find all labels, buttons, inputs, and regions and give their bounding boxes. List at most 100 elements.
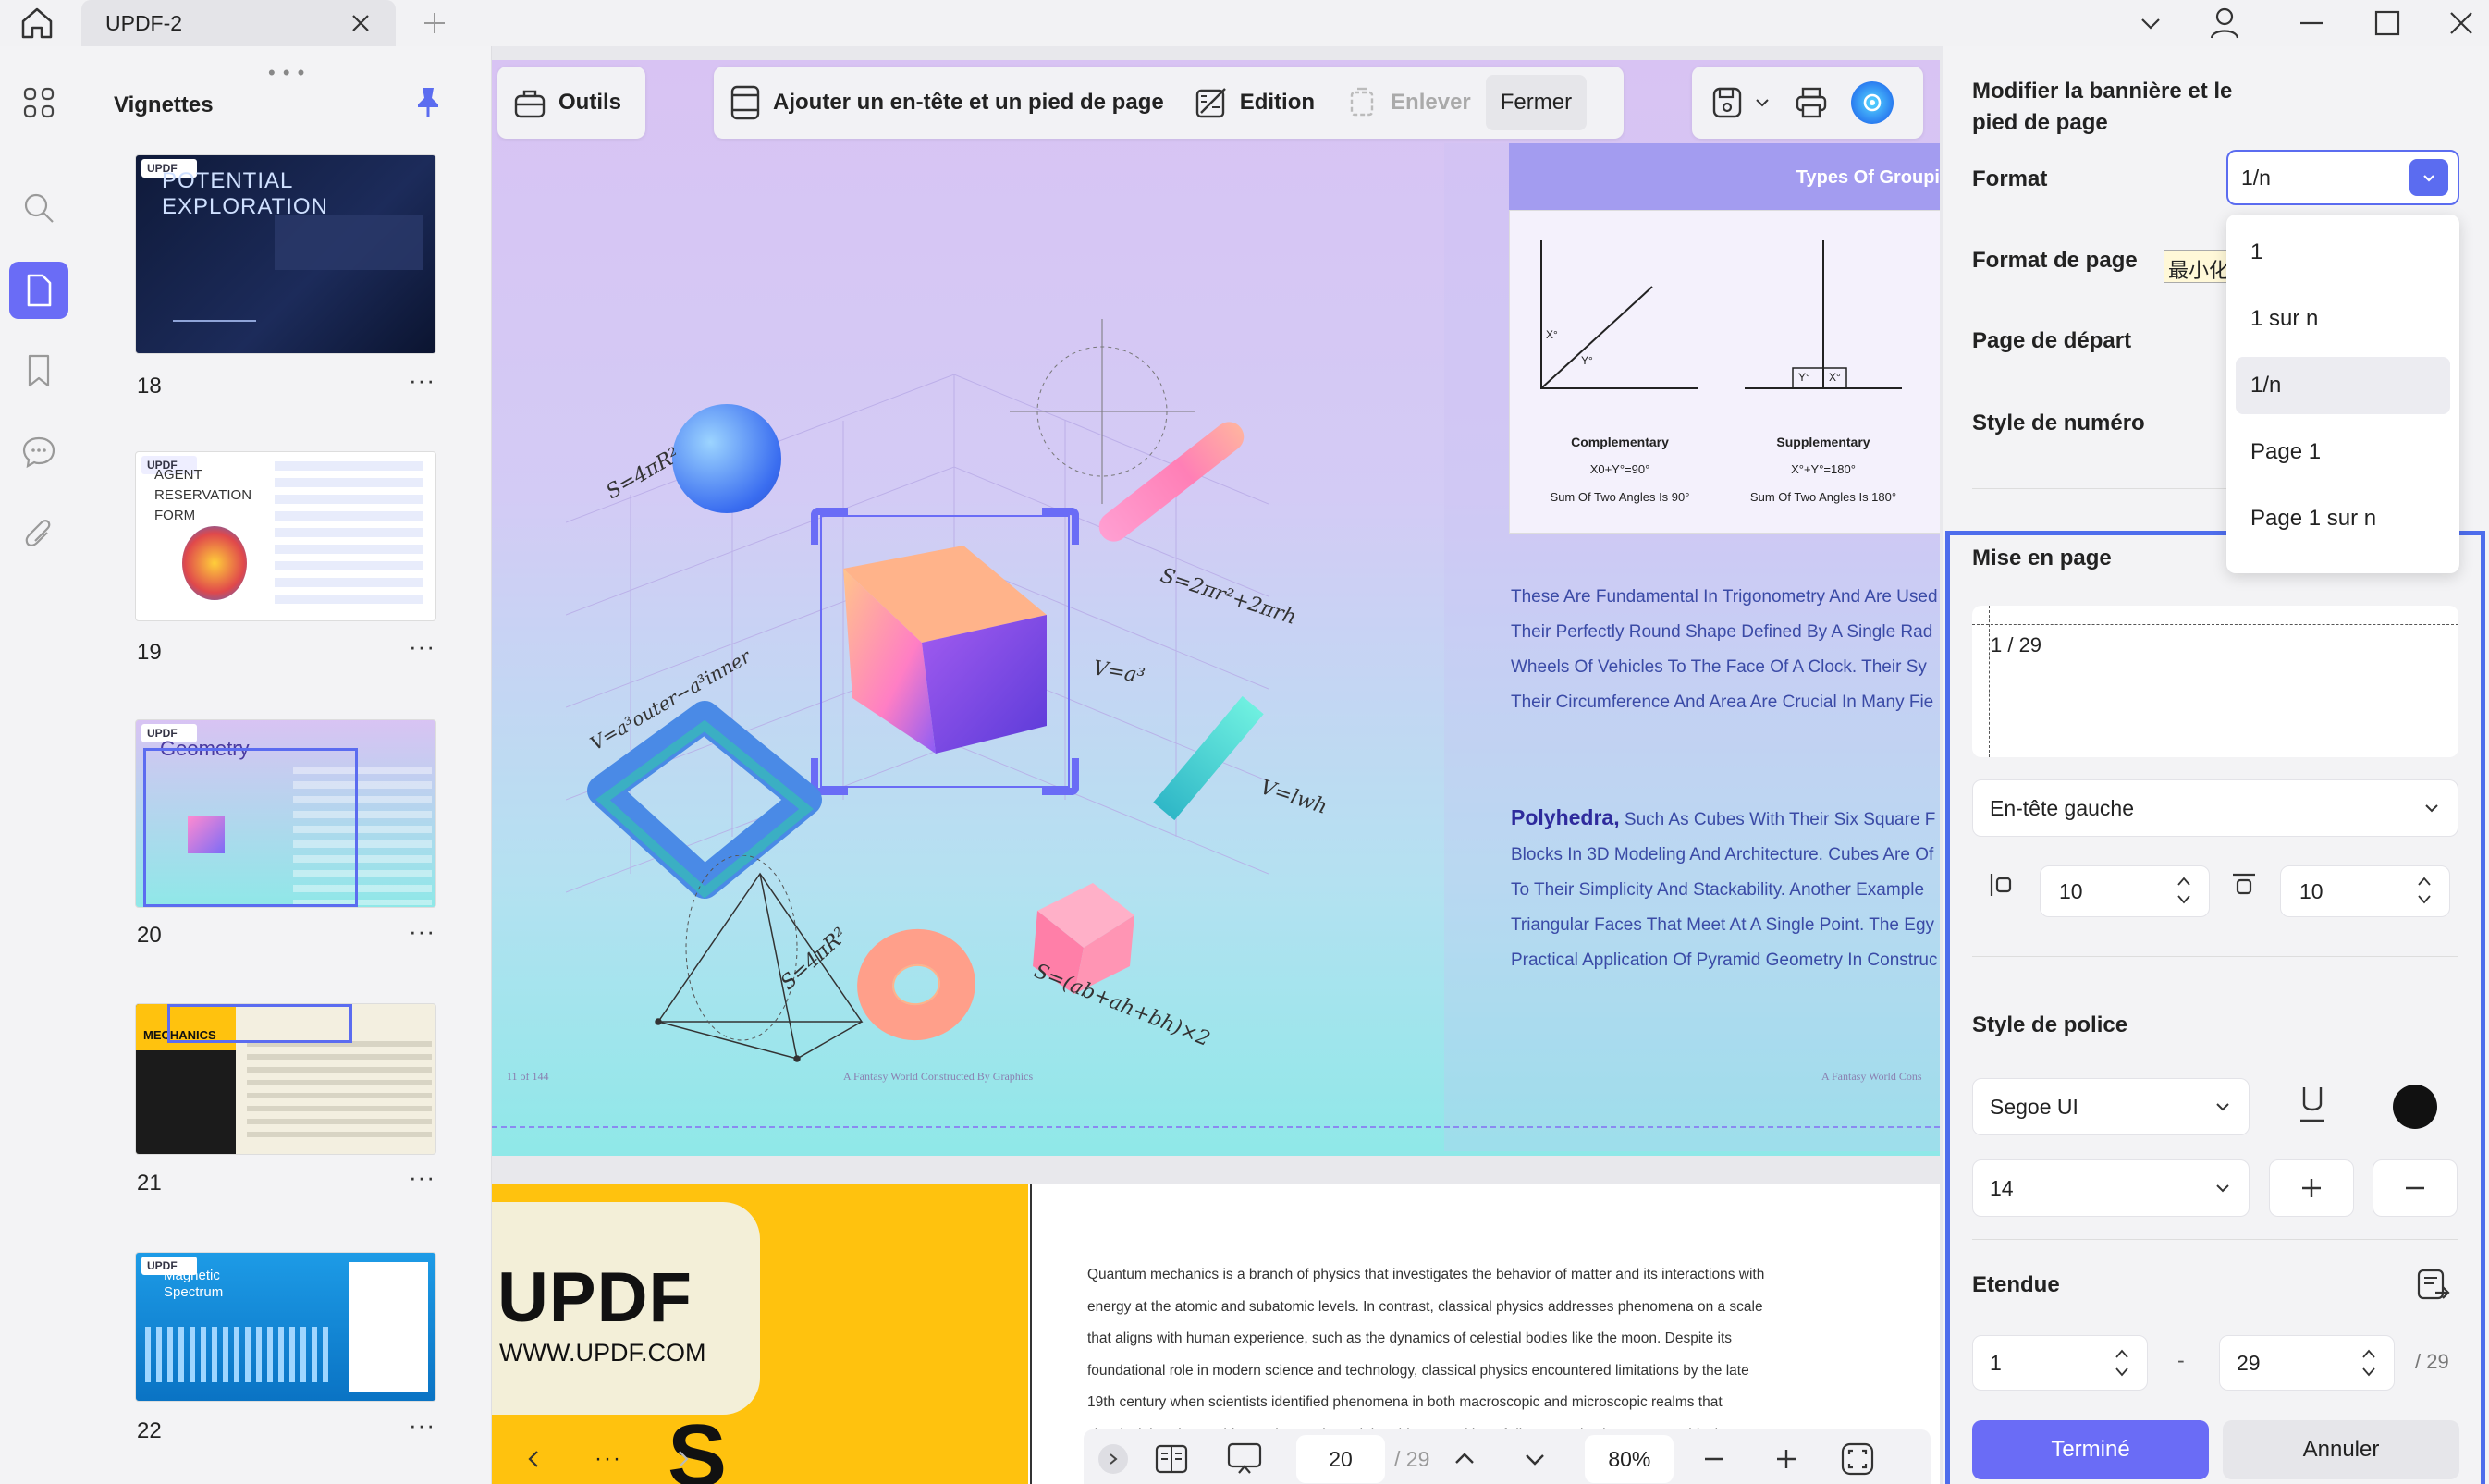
zoom-level[interactable]: 80% (1585, 1435, 1674, 1483)
viewport-indicator[interactable] (143, 748, 358, 907)
stepper-icon[interactable] (2360, 1344, 2377, 1381)
thumbnail-page-20[interactable]: UPDF Geometry (135, 719, 436, 908)
format-dropdown-menu: 1 1 sur n 1/n Page 1 Page 1 sur n (2226, 215, 2459, 573)
increase-size-button[interactable] (2269, 1159, 2354, 1217)
updf-wordmark: UPDF (497, 1258, 693, 1337)
chevron-down-icon[interactable] (2123, 4, 2178, 43)
chevron-right-icon[interactable] (671, 1448, 693, 1470)
thumbnail-page-19[interactable]: UPDF AGENT RESERVATION FORM (135, 451, 436, 621)
edit-label: Edition (1239, 90, 1316, 115)
collapse-toolbar-icon[interactable] (1098, 1444, 1128, 1474)
chevron-down-icon[interactable] (2409, 159, 2448, 196)
preview-margin-guide (1989, 606, 1990, 757)
apps-grid-icon[interactable] (14, 78, 64, 128)
minimize-icon[interactable] (2284, 4, 2339, 43)
range-from-input[interactable]: 1 (1972, 1335, 2148, 1391)
position-value: En-tête gauche (1990, 795, 2135, 820)
thumbnail-table (275, 215, 423, 270)
format-option[interactable]: 1 sur n (2236, 290, 2450, 348)
page-layout-icon[interactable] (1154, 1443, 1189, 1475)
thumbnail-page-number: 18 (137, 374, 162, 399)
account-icon[interactable] (2197, 4, 2252, 43)
range-to-input[interactable]: 29 (2219, 1335, 2395, 1391)
decrease-size-button[interactable] (2373, 1159, 2458, 1217)
add-header-footer-button[interactable]: Ajouter un en-tête et un pied de page (714, 75, 1179, 130)
presentation-icon[interactable] (1226, 1441, 1263, 1477)
zoom-out-icon[interactable] (1701, 1446, 1727, 1472)
thumbnail-page-18[interactable]: UPDF POTENTIAL EXPLORATION (135, 154, 436, 354)
comments-icon[interactable] (14, 427, 64, 477)
close-mode-button[interactable]: Fermer (1485, 75, 1588, 130)
thumbnail-caption: POTENTIAL EXPLORATION (162, 168, 328, 219)
thumbnails-icon[interactable] (9, 262, 68, 319)
zoom-in-icon[interactable] (1773, 1446, 1799, 1472)
underline-icon[interactable] (2295, 1084, 2330, 1124)
diagram-description: Sum Of Two Angles Is 180° (1749, 490, 1897, 504)
balloon-image (182, 526, 247, 600)
stepper-icon[interactable] (2416, 872, 2433, 909)
chevron-left-icon[interactable] (523, 1448, 546, 1470)
left-margin-value: 10 (2059, 878, 2083, 903)
diagram-description: Sum Of Two Angles Is 90° (1550, 490, 1690, 504)
format-select[interactable]: 1/n (2226, 150, 2459, 205)
left-margin-input[interactable]: 10 (2040, 865, 2210, 917)
fit-page-icon[interactable] (1840, 1441, 1875, 1477)
bottom-toolbar: 20 / 29 80% (1084, 1429, 1931, 1484)
search-icon[interactable] (14, 183, 64, 233)
stepper-icon[interactable] (2114, 1344, 2130, 1381)
number-style-label: Style de numéro (1972, 411, 2145, 435)
format-option-selected[interactable]: 1/n (2236, 357, 2450, 414)
page-total: / 29 (1394, 1446, 1430, 1471)
done-button[interactable]: Terminé (1972, 1420, 2209, 1479)
top-margin-input[interactable]: 10 (2280, 865, 2450, 917)
document-viewer[interactable]: S=4πR² S=2πr²+2πrh V=a³ V=a³outer−a³inne… (492, 46, 1943, 1484)
previous-page-icon[interactable] (1452, 1446, 1477, 1472)
save-icon[interactable] (1710, 85, 1744, 120)
body-text: Quantum mechanics is a branch of physics… (1087, 1259, 1919, 1451)
font-size-select[interactable]: 14 (1972, 1159, 2250, 1217)
save-options-chevron-icon[interactable] (1753, 93, 1772, 112)
thumbnail-more-icon[interactable]: ··· (409, 917, 435, 946)
font-family-select[interactable]: Segoe UI (1972, 1078, 2250, 1135)
bookmark-icon[interactable] (14, 346, 64, 396)
format-option[interactable]: Page 1 (2236, 423, 2450, 481)
page-range-icon[interactable] (2415, 1267, 2452, 1304)
pin-icon[interactable] (412, 85, 444, 120)
next-page-icon[interactable] (1522, 1446, 1548, 1472)
maximize-icon[interactable] (2360, 4, 2415, 43)
close-window-icon[interactable] (2434, 4, 2489, 43)
close-tab-icon[interactable] (349, 12, 372, 34)
ai-assistant-icon[interactable] (1851, 81, 1894, 124)
new-tab-icon[interactable] (407, 6, 462, 41)
thumbnail-more-icon[interactable]: ··· (409, 1411, 435, 1440)
stepper-icon[interactable] (2176, 872, 2192, 909)
thumbnail-page-21[interactable]: MECHANICS (135, 1003, 436, 1155)
tools-button[interactable]: Outils (497, 75, 636, 130)
text-line: Such As Cubes With Their Six Square F (1624, 810, 1936, 829)
thumbnail-page-22[interactable]: UPDF Magnetic Spectrum (135, 1252, 436, 1402)
diagram-equation: X°+Y°=180° (1791, 462, 1856, 476)
attachment-icon[interactable] (14, 509, 64, 558)
thumbnail-more-icon[interactable]: ··· (409, 632, 435, 661)
viewport-indicator[interactable] (167, 1004, 352, 1043)
text-line: These Are Fundamental In Trigonometry An… (1511, 587, 1938, 607)
layout-preview[interactable]: 1 / 29 (1972, 606, 2458, 757)
remove-button[interactable]: Enlever (1330, 75, 1486, 130)
print-icon[interactable] (1794, 85, 1829, 120)
thumbnail-more-icon[interactable]: ··· (409, 1163, 435, 1192)
text-line: To Their Simplicity And Stackability. An… (1511, 880, 1925, 900)
edit-button[interactable]: Edition (1179, 75, 1330, 130)
position-select[interactable]: En-tête gauche (1972, 779, 2458, 837)
panel-drag-handle[interactable]: • • • (268, 61, 305, 85)
page-format-input[interactable]: 最小化 (2164, 250, 2228, 283)
thumbnail-more-icon[interactable]: ··· (409, 366, 435, 395)
more-icon[interactable]: ··· (595, 1446, 622, 1472)
page-number-input[interactable]: 20 (1296, 1435, 1385, 1483)
cancel-button[interactable]: Annuler (2223, 1420, 2459, 1479)
format-option[interactable]: Page 1 sur n (2236, 490, 2450, 547)
document-tab[interactable]: UPDF-2 (81, 0, 396, 46)
font-color-swatch[interactable] (2393, 1085, 2437, 1129)
home-icon[interactable] (13, 4, 61, 43)
format-option[interactable]: 1 (2236, 224, 2450, 281)
angle-y-label: Y° (1581, 354, 1593, 367)
